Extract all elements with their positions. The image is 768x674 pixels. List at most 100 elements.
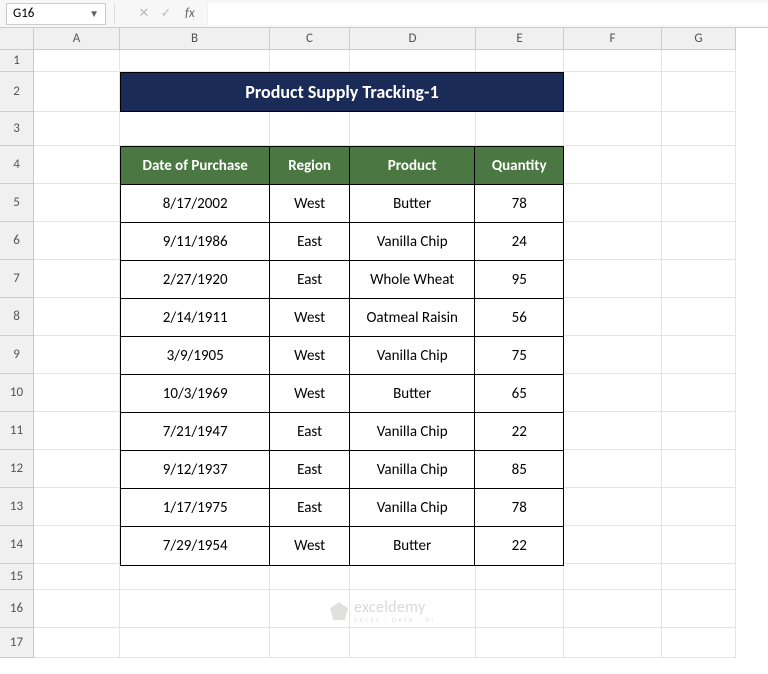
table-cell[interactable]: 1/17/1975 [121, 489, 270, 527]
row-header-4[interactable]: 4 [0, 146, 34, 184]
table-cell[interactable]: Vanilla Chip [350, 223, 475, 261]
table-cell[interactable]: Vanilla Chip [350, 489, 475, 527]
cell[interactable] [662, 184, 736, 222]
fx-icon[interactable]: fx [185, 6, 195, 21]
row-header-10[interactable]: 10 [0, 374, 34, 412]
cell[interactable] [564, 374, 662, 412]
table-cell[interactable]: 22 [475, 413, 563, 451]
column-header-E[interactable]: E [476, 28, 564, 50]
cell[interactable] [476, 590, 564, 628]
table-cell[interactable]: 78 [475, 185, 563, 223]
row-header-14[interactable]: 14 [0, 526, 34, 564]
cell[interactable] [476, 628, 564, 658]
table-cell[interactable]: West [270, 375, 350, 413]
cell[interactable] [34, 146, 120, 184]
name-box-dropdown-icon[interactable]: ▼ [89, 7, 99, 20]
table-cell[interactable]: 7/29/1954 [121, 527, 270, 565]
table-cell[interactable]: 75 [475, 337, 563, 375]
table-cell[interactable]: 95 [475, 261, 563, 299]
row-header-16[interactable]: 16 [0, 590, 34, 628]
cell[interactable] [564, 298, 662, 336]
row-header-15[interactable]: 15 [0, 564, 34, 590]
column-header-B[interactable]: B [120, 28, 270, 50]
cell[interactable] [564, 450, 662, 488]
cell[interactable] [350, 564, 476, 590]
table-cell[interactable]: 78 [475, 489, 563, 527]
cell[interactable] [662, 50, 736, 72]
cell[interactable] [34, 564, 120, 590]
cell[interactable] [564, 336, 662, 374]
cell[interactable] [350, 628, 476, 658]
row-header-8[interactable]: 8 [0, 298, 34, 336]
cell[interactable] [662, 112, 736, 146]
table-cell[interactable]: 22 [475, 527, 563, 565]
cell[interactable] [34, 590, 120, 628]
table-cell[interactable]: Butter [350, 185, 475, 223]
cell[interactable] [270, 564, 350, 590]
cell[interactable] [564, 564, 662, 590]
row-header-1[interactable]: 1 [0, 50, 34, 72]
cell[interactable] [120, 50, 270, 72]
cell[interactable] [564, 112, 662, 146]
column-header-F[interactable]: F [564, 28, 662, 50]
cell[interactable] [34, 112, 120, 146]
cell[interactable] [120, 564, 270, 590]
table-cell[interactable]: Butter [350, 375, 475, 413]
cell[interactable] [564, 222, 662, 260]
cell[interactable] [564, 260, 662, 298]
table-cell[interactable]: West [270, 527, 350, 565]
cell[interactable] [564, 412, 662, 450]
cell[interactable] [662, 222, 736, 260]
formula-input[interactable] [207, 3, 768, 25]
column-header-G[interactable]: G [662, 28, 736, 50]
cell[interactable] [476, 112, 564, 146]
cell[interactable] [34, 336, 120, 374]
row-header-9[interactable]: 9 [0, 336, 34, 374]
cell[interactable] [564, 628, 662, 658]
cell[interactable] [476, 564, 564, 590]
cell[interactable] [34, 412, 120, 450]
cell[interactable] [564, 488, 662, 526]
row-header-17[interactable]: 17 [0, 628, 34, 658]
table-cell[interactable]: West [270, 337, 350, 375]
cell[interactable] [662, 72, 736, 112]
table-cell[interactable]: Whole Wheat [350, 261, 475, 299]
select-all-corner[interactable] [0, 28, 34, 50]
cell[interactable] [662, 298, 736, 336]
cell[interactable] [34, 374, 120, 412]
table-cell[interactable]: 65 [475, 375, 563, 413]
cell[interactable] [34, 488, 120, 526]
cell[interactable] [662, 260, 736, 298]
cell[interactable] [662, 450, 736, 488]
cell[interactable] [564, 50, 662, 72]
cell[interactable] [564, 184, 662, 222]
column-header-D[interactable]: D [350, 28, 476, 50]
table-cell[interactable]: 9/11/1986 [121, 223, 270, 261]
cell[interactable] [120, 590, 270, 628]
cell[interactable] [34, 50, 120, 72]
cell[interactable] [662, 526, 736, 564]
table-cell[interactable]: Vanilla Chip [350, 413, 475, 451]
cell[interactable] [34, 72, 120, 112]
table-cell[interactable]: East [270, 223, 350, 261]
table-cell[interactable]: 8/17/2002 [121, 185, 270, 223]
row-header-7[interactable]: 7 [0, 260, 34, 298]
cell[interactable] [34, 184, 120, 222]
table-cell[interactable]: 3/9/1905 [121, 337, 270, 375]
table-cell[interactable]: Vanilla Chip [350, 451, 475, 489]
cell[interactable] [120, 112, 270, 146]
cell[interactable] [662, 146, 736, 184]
table-cell[interactable]: 2/14/1911 [121, 299, 270, 337]
table-cell[interactable]: East [270, 261, 350, 299]
table-cell[interactable]: 24 [475, 223, 563, 261]
row-header-6[interactable]: 6 [0, 222, 34, 260]
cell[interactable] [564, 146, 662, 184]
cell[interactable] [662, 590, 736, 628]
table-cell[interactable]: Oatmeal Raisin [350, 299, 475, 337]
cell[interactable] [564, 526, 662, 564]
table-cell[interactable]: Vanilla Chip [350, 337, 475, 375]
table-cell[interactable]: East [270, 451, 350, 489]
table-cell[interactable]: West [270, 299, 350, 337]
cell[interactable] [34, 628, 120, 658]
table-cell[interactable]: 9/12/1937 [121, 451, 270, 489]
